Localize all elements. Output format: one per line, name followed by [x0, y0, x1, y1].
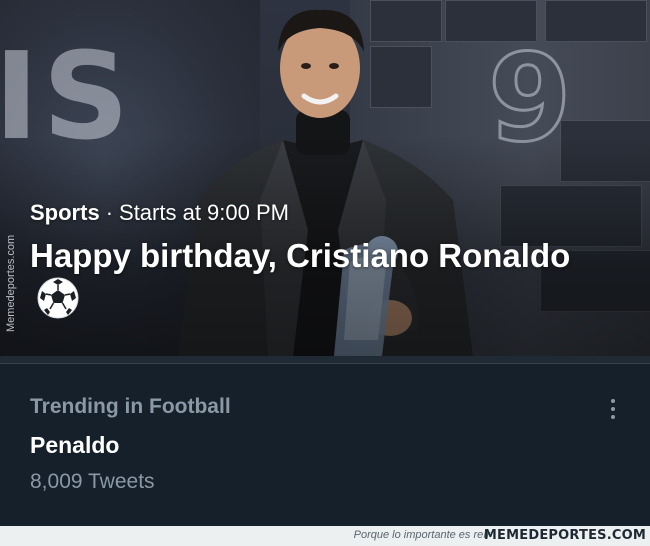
- event-start-time: Starts at 9:00 PM: [119, 200, 289, 225]
- watermark-tagline: Porque lo importante es reír: [353, 529, 490, 541]
- trend-tweet-count: 8,009 Tweets: [30, 470, 155, 493]
- event-card[interactable]: IS 9 Memedeportes.com Sports · Starts at 9…: [0, 0, 650, 356]
- event-title-text: Happy birthday, Cristiano Ronaldo: [30, 237, 571, 274]
- trend-name[interactable]: Penaldo: [30, 432, 119, 459]
- more-vertical-icon-dot: [611, 407, 615, 411]
- side-watermark: Memedeportes.com: [2, 205, 20, 335]
- section-divider: [0, 356, 650, 364]
- more-options-button[interactable]: [600, 394, 626, 424]
- trend-item[interactable]: Trending in Football Penaldo 8,009 Tweet…: [0, 364, 650, 526]
- event-title[interactable]: Happy birthday, Cristiano Ronaldo: [30, 236, 590, 320]
- soccer-ball-icon: [37, 277, 79, 319]
- more-vertical-icon: [611, 399, 615, 403]
- trend-context: Trending in Football: [30, 395, 231, 418]
- event-meta: Sports · Starts at 9:00 PM: [30, 200, 289, 226]
- event-category: Sports: [30, 200, 100, 225]
- watermark-bar: Porque lo importante es reír MEMEDEPORTE…: [0, 526, 650, 546]
- event-meta-separator: ·: [105, 200, 114, 225]
- watermark-brand: MEMEDEPORTES.COM: [483, 528, 646, 543]
- more-vertical-icon-dot: [611, 415, 615, 419]
- side-watermark-text: Memedeportes.com: [5, 234, 17, 332]
